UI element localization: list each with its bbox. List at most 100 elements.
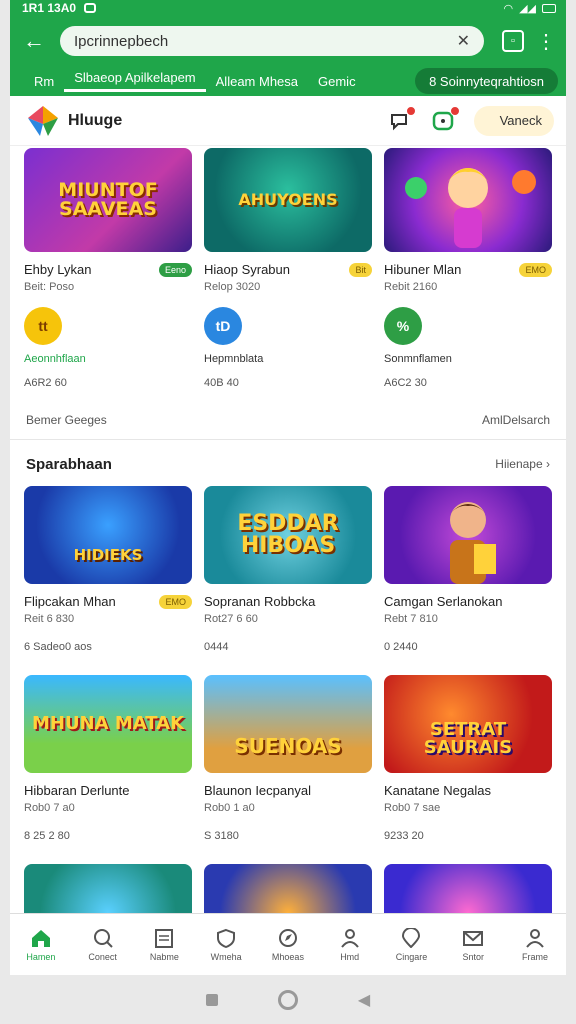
category-icon[interactable]: tD — [204, 307, 242, 345]
see-more-label: Hiienape — [495, 457, 543, 471]
status-time: 1R1 13A0 — [22, 1, 77, 15]
nav-home[interactable]: Hamen — [12, 928, 70, 962]
game-meta: 40B 40 — [204, 377, 239, 389]
game-name: Ehby Lykan — [24, 262, 92, 277]
game-card[interactable]: SETRAT SAURAIS Kanatane Negalas Rob0 7 s… — [384, 675, 552, 842]
tabs-icon[interactable]: ▫ — [502, 30, 524, 52]
game-meta: 0 2440 — [384, 641, 418, 653]
chat-icon[interactable] — [386, 105, 416, 134]
game-art-title: SETRAT SAURAIS — [423, 719, 513, 758]
nav-wmeha[interactable]: Wmeha — [197, 928, 255, 962]
character-art — [405, 168, 536, 248]
nav-nabme[interactable]: Nabme — [135, 928, 193, 962]
game-meta: A6R2 60 — [24, 377, 67, 389]
footer-left-link[interactable]: Bemer Geeges — [26, 413, 107, 427]
notification-dot — [449, 105, 460, 116]
nav-label: Hamen — [26, 951, 56, 962]
recents-icon[interactable] — [205, 993, 218, 1006]
more-vertical-icon[interactable]: ⋮ — [534, 29, 558, 54]
nav-cingare[interactable]: Cingare — [382, 927, 440, 962]
category-link[interactable]: Hepmnblata — [204, 353, 372, 365]
compass-icon — [278, 928, 297, 947]
game-thumbnail[interactable]: SUENOAS — [204, 675, 372, 773]
divider — [10, 439, 566, 440]
see-more-link[interactable]: Hiienape › — [495, 457, 550, 471]
nav-sntor[interactable]: Sntor — [444, 928, 502, 962]
status-badge: EMO — [159, 594, 192, 609]
nav-label: Hmd — [340, 951, 360, 962]
game-thumbnail[interactable]: SETRAT SAURAIS — [384, 675, 552, 773]
featured-card[interactable]: Hibuner Mlan EMO Rebit 2160 % Sonmnflame… — [384, 148, 552, 389]
back-triangle-icon[interactable]: ◀ — [358, 990, 370, 1010]
mail-icon — [463, 930, 484, 946]
category-link[interactable]: Sonmnflamen — [384, 353, 552, 365]
notification-dot — [405, 105, 416, 116]
battery-icon — [542, 3, 556, 13]
game-meta: 6 Sadeo0 aos — [24, 641, 92, 653]
nav-mhoeas[interactable]: Mhoeas — [259, 928, 317, 962]
category-icon[interactable]: tt — [24, 307, 62, 345]
game-card[interactable]: HIDIEKS Flipcakan Mhan EMO Reit 6 830 6 S… — [24, 486, 192, 653]
home-circle-icon[interactable] — [277, 989, 298, 1010]
game-subtitle: Rot27 6 60 — [204, 613, 258, 625]
game-name: Kanatane Negalas — [384, 783, 491, 798]
nav-connect[interactable]: Conect — [74, 928, 132, 962]
url-input[interactable]: Ipcrinnepbech ✕ — [60, 26, 484, 56]
home-icon — [31, 929, 50, 947]
character-art — [448, 502, 496, 584]
game-card[interactable]: SUENOAS Blaunon Iecpanyal Rob0 1 a0 S 31… — [204, 675, 372, 842]
game-subtitle: Rebit 2160 — [384, 281, 438, 293]
vaneck-button[interactable]: Vaneck — [473, 105, 554, 136]
browser-toolbar: ← Ipcrinnepbech ✕ ▫ ⋮ — [10, 16, 566, 66]
clear-icon[interactable]: ✕ — [457, 31, 470, 51]
game-card[interactable]: Camgan Serlanokan Rebt 7 810 0 2440 — [384, 486, 552, 653]
featured-card[interactable]: AHUYOENS Hiaop Syrabun Bit Relop 3020 tD… — [204, 148, 372, 389]
game-thumbnail[interactable] — [384, 486, 552, 584]
game-art-title: ESDDAR HIBOAS — [237, 511, 339, 558]
tab-active[interactable]: Slbaeop Apilkelapem — [64, 70, 206, 92]
game-thumbnail[interactable]: MHUNA MATAK — [24, 675, 192, 773]
nav-label: Frame — [521, 951, 548, 962]
game-art-title: AHUYOENS — [238, 190, 338, 209]
signal-icon: ◢◢ — [519, 2, 536, 15]
url-text: Ipcrinnepbech — [74, 32, 169, 50]
nav-label: Nabme — [149, 951, 179, 962]
game-subtitle: Beit: Poso — [24, 281, 75, 293]
footer-right-link[interactable]: AmlDelsarch — [482, 413, 550, 427]
tab-alleam[interactable]: Alleam Mhesa — [206, 74, 308, 89]
game-subtitle: Rebt 7 810 — [384, 613, 438, 625]
wallet-icon[interactable] — [430, 105, 460, 134]
calendar-icon — [155, 928, 174, 948]
game-subtitle: Relop 3020 — [204, 281, 261, 293]
game-thumbnail[interactable]: AHUYOENS — [204, 148, 372, 252]
featured-card[interactable]: MIUNTOF SAAVEAS Ehby Lykan Eeno Beit: Po… — [24, 148, 192, 389]
game-name: Hiaop Syrabun — [204, 262, 290, 277]
tab-rm[interactable]: Rm — [24, 74, 64, 89]
game-art-title: HIDIEKS — [73, 545, 143, 564]
status-badge: EMO — [519, 262, 552, 277]
game-thumbnail[interactable]: ESDDAR HIBOAS — [204, 486, 372, 584]
user-icon — [340, 928, 359, 948]
game-card[interactable]: ESDDAR HIBOAS Sopranan Robbcka Rot27 6 6… — [204, 486, 372, 653]
game-thumbnail[interactable]: HIDIEKS — [24, 486, 192, 584]
game-meta: 9233 20 — [384, 830, 424, 842]
game-subtitle: Rob0 7 sae — [384, 802, 441, 814]
featured-grid: MIUNTOF SAAVEAS Ehby Lykan Eeno Beit: Po… — [10, 148, 566, 389]
device-screen: 1R1 13A0 ◠ ◢◢ ← Ipcrinnepbech ✕ ▫ ⋮ Rm S… — [10, 0, 566, 975]
nav-frame[interactable]: Frame — [506, 928, 564, 962]
tab-gemic[interactable]: Gemic — [308, 74, 366, 89]
nav-hmd[interactable]: Hmd — [321, 928, 379, 962]
category-icon[interactable]: % — [384, 307, 422, 345]
game-card[interactable]: MHUNA MATAK Hibbaran Derlunte Rob0 7 a0 … — [24, 675, 192, 842]
tab-pill-button[interactable]: 8 Soinnyteqrahtiosn — [415, 68, 558, 94]
nav-label: Sntor — [462, 951, 484, 962]
system-navigation-bar: ◀ — [0, 975, 576, 1024]
profile-icon — [526, 928, 544, 948]
status-badge: Eeno — [158, 262, 192, 277]
game-thumbnail[interactable]: MIUNTOF SAAVEAS — [24, 148, 192, 252]
back-arrow-icon[interactable]: ← — [18, 28, 50, 54]
game-meta: S 3180 — [204, 830, 239, 842]
bottom-navigation: Hamen Conect Nabme Wmeha Mhoeas Hmd Cing… — [10, 913, 566, 975]
game-thumbnail[interactable] — [384, 148, 552, 252]
category-link[interactable]: Aeonnhflaan — [24, 353, 192, 365]
